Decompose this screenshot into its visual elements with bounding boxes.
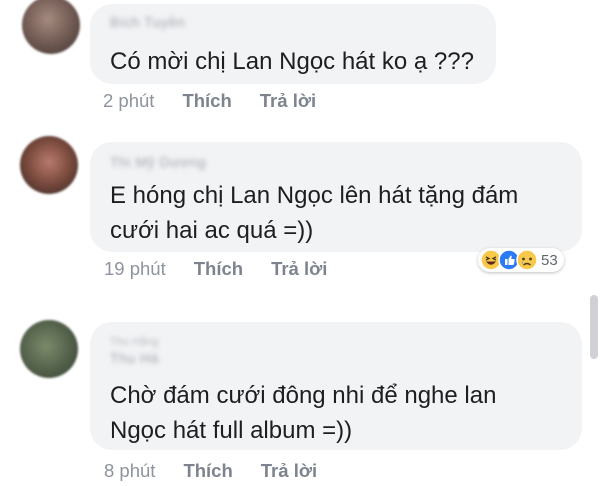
reply-link[interactable]: Trả lời xyxy=(261,460,317,481)
author-name[interactable]: Bích Tuyền xyxy=(110,14,185,30)
like-link[interactable]: Thích xyxy=(194,258,243,279)
like-link[interactable]: Thích xyxy=(182,90,231,111)
sad-icon xyxy=(516,249,538,271)
author-name[interactable]: Thu Hà xyxy=(110,350,159,366)
avatar[interactable] xyxy=(20,320,78,378)
comment-bubble: Thi Mỹ Dương E hóng chị Lan Ngọc lên hát… xyxy=(90,142,582,252)
comment-meta: 19 phút Thích Trả lời xyxy=(104,258,327,280)
author-name[interactable]: Thi Mỹ Dương xyxy=(110,154,206,170)
comment-bubble: Bích Tuyền Có mời chị Lan Ngọc hát ko ạ … xyxy=(90,4,496,84)
comment-meta: 8 phút Thích Trả lời xyxy=(104,460,317,482)
like-link[interactable]: Thích xyxy=(183,460,232,481)
avatar[interactable] xyxy=(22,0,80,54)
scrollbar-thumb[interactable] xyxy=(590,295,598,359)
author-subname: Thu Hằng xyxy=(110,336,159,348)
comment-time[interactable]: 2 phút xyxy=(103,90,154,111)
comment-text: Chờ đám cưới đông nhi để nghe lan Ngọc h… xyxy=(110,382,497,444)
comment-text: E hóng chị Lan Ngọc lên hát tặng đám cướ… xyxy=(110,182,519,244)
reply-link[interactable]: Trả lời xyxy=(260,90,316,111)
reaction-count: 53 xyxy=(541,251,558,269)
comment-time[interactable]: 8 phút xyxy=(104,460,155,481)
reply-link[interactable]: Trả lời xyxy=(271,258,327,279)
comment-bubble: Thu Hằng Thu Hà Chờ đám cưới đông nhi để… xyxy=(90,322,582,450)
comment-time[interactable]: 19 phút xyxy=(104,258,166,279)
comment-text: Có mời chị Lan Ngọc hát ko ạ ??? xyxy=(110,48,474,75)
reactions-summary[interactable]: 53 xyxy=(478,248,564,272)
comment-meta: 2 phút Thích Trả lời xyxy=(103,90,316,112)
avatar[interactable] xyxy=(20,136,78,194)
